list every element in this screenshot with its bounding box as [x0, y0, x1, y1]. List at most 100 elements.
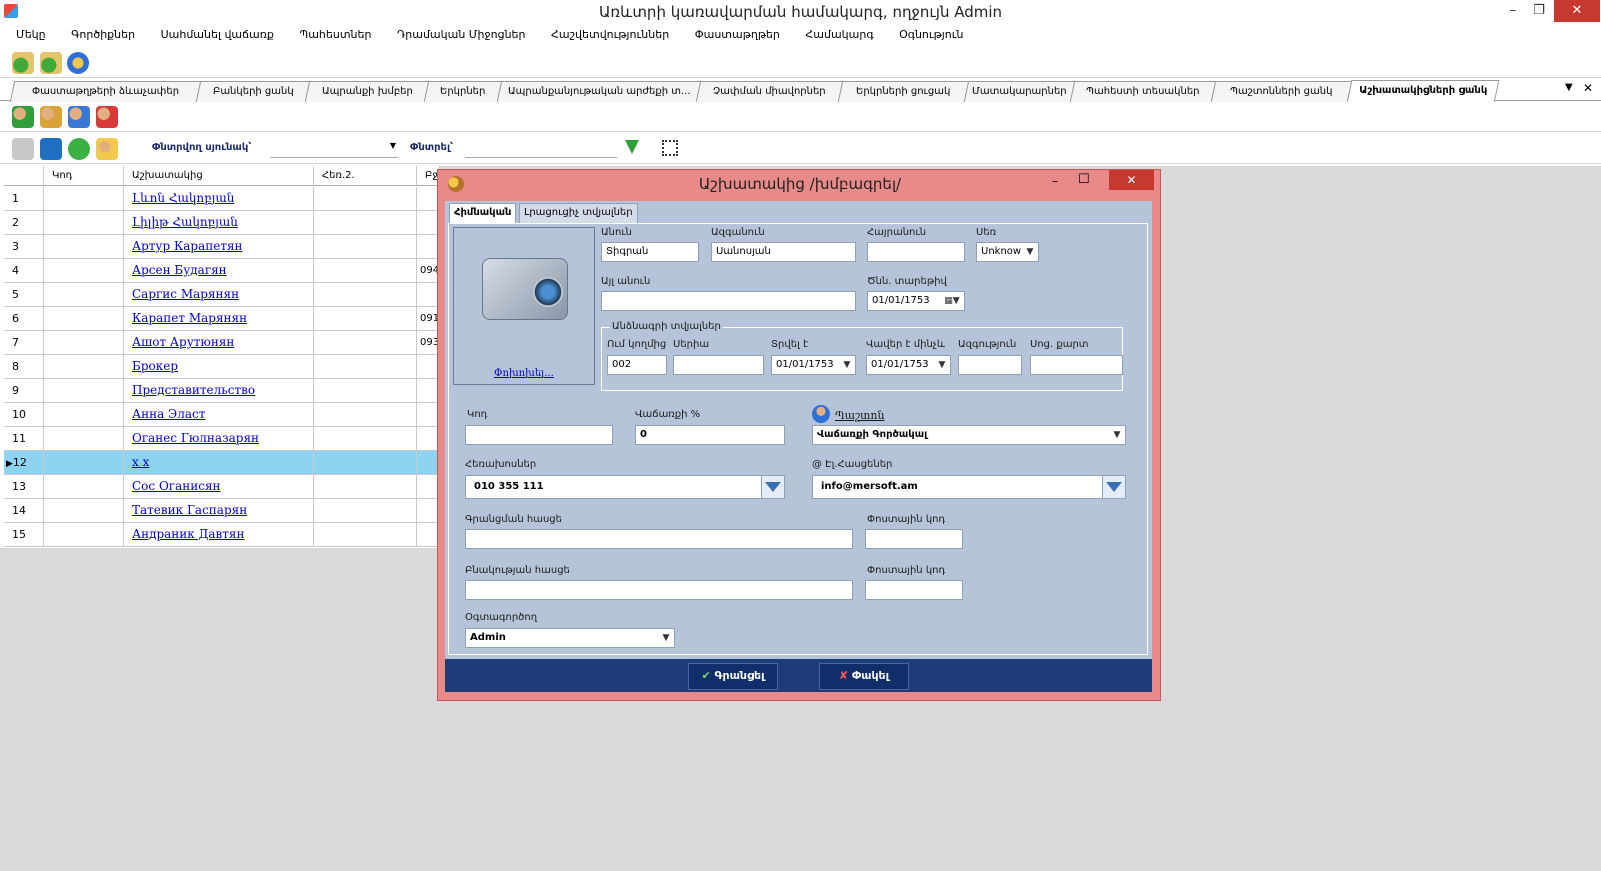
minimize-button[interactable]: – — [1500, 0, 1526, 22]
employee-link[interactable]: Брокер — [132, 359, 178, 373]
employee-cell[interactable]: Карапет Марянян — [124, 307, 314, 330]
dialog-minimize-button[interactable]: – — [1052, 174, 1058, 188]
close-button[interactable]: ✕ — [1554, 0, 1600, 22]
menu-item[interactable]: Փաստաթղթեր — [695, 24, 780, 46]
salary-percent-input[interactable]: 0 — [635, 425, 785, 445]
menu-item[interactable]: Պահեստներ — [299, 24, 371, 46]
table-row[interactable]: 13 Сос Оганисян — [4, 475, 440, 499]
table-row[interactable]: 7 Ашот Арутюнян 093 — [4, 331, 440, 355]
dialog-maximize-button[interactable]: ☐ — [1078, 172, 1090, 187]
employee-cell[interactable]: Андраник Давтян — [124, 523, 314, 546]
menu-item[interactable]: Օգնություն — [899, 24, 963, 46]
table-row[interactable]: 5 Саргис Марянян — [4, 283, 440, 307]
column-header-code[interactable]: Կոդ — [44, 166, 124, 186]
search-column-select[interactable]: ▼ — [270, 139, 398, 158]
user-select[interactable]: Admin ▼ — [465, 628, 675, 648]
employee-cell[interactable]: Саргис Марянян — [124, 283, 314, 306]
reg-address-input[interactable] — [465, 529, 853, 549]
tab-banks[interactable]: Բանկերի ցանկ — [195, 81, 311, 102]
table-row[interactable]: 4 Арсен Будагян 094 — [4, 259, 440, 283]
tab-country-list[interactable]: Երկրների ցուցակ — [837, 81, 970, 102]
first-name-input[interactable]: Տիգրան — [601, 242, 699, 262]
column-header-phone[interactable]: Հեռ.2. — [314, 166, 417, 186]
employee-cell[interactable]: Представительство — [124, 379, 314, 402]
download-icon[interactable] — [40, 52, 62, 74]
tab-main[interactable]: Հիմնական — [449, 203, 517, 224]
tab-employees[interactable]: Աշխատակիցների ցանկ — [1346, 80, 1500, 103]
hierarchy-icon[interactable] — [662, 140, 678, 156]
employee-link[interactable]: Сос Оганисян — [132, 479, 221, 493]
tab-goods-values[interactable]: Ապրանքանյութական արժեքի տ... — [496, 81, 702, 102]
upload-icon[interactable] — [12, 52, 34, 74]
tab-units[interactable]: Չափման միավորներ — [695, 81, 844, 102]
triangle-down-icon[interactable] — [761, 476, 784, 498]
excel-icon[interactable] — [12, 138, 34, 160]
passport-issued-picker[interactable]: 01/01/1753 ▼ — [771, 355, 856, 375]
employee-link[interactable]: x x — [132, 455, 149, 469]
employee-link[interactable]: Артур Карапетян — [132, 239, 243, 253]
birth-date-picker[interactable]: 01/01/1753 ▦▼ — [867, 291, 965, 311]
passport-by-whom-input[interactable]: 002 — [607, 355, 667, 375]
phones-combo[interactable]: 010 355 111 — [465, 475, 785, 499]
employee-link[interactable]: Оганес Гюлназарян — [132, 431, 259, 445]
employee-cell[interactable]: Լևոն Հակոբյան — [124, 187, 314, 210]
add-user-icon[interactable] — [12, 106, 34, 128]
table-row[interactable]: 11 Оганес Гюлназарян — [4, 427, 440, 451]
menu-item[interactable]: Սահմանել վաճառք — [161, 24, 274, 46]
change-photo-link[interactable]: Փոխոխել... — [494, 368, 554, 379]
triangle-down-icon[interactable] — [1102, 476, 1125, 498]
tab-product-groups[interactable]: Ապրանքի խմբեր — [304, 81, 430, 102]
employee-link[interactable]: Арсен Будагян — [132, 263, 227, 277]
table-row[interactable]: 8 Брокер — [4, 355, 440, 379]
refresh-icon[interactable] — [40, 138, 62, 160]
restore-button[interactable]: ❐ — [1526, 0, 1552, 22]
tab-suppliers[interactable]: Մատակարարներ — [963, 81, 1076, 102]
employee-cell[interactable]: Сос Оганисян — [124, 475, 314, 498]
table-row[interactable]: 3 Артур Карапетян — [4, 235, 440, 259]
menu-item[interactable]: Մեկը — [16, 24, 46, 46]
column-header-employee[interactable]: Աշխատակից — [124, 166, 314, 186]
filter-icon[interactable] — [625, 140, 639, 154]
employee-link[interactable]: Андраник Давтян — [132, 527, 245, 541]
employee-link[interactable]: Ашот Арутюнян — [132, 335, 234, 349]
settings-icon[interactable] — [67, 52, 89, 74]
other-name-input[interactable] — [601, 291, 856, 311]
passport-valid-picker[interactable]: 01/01/1753 ▼ — [866, 355, 951, 375]
users-group-icon[interactable] — [96, 138, 118, 160]
table-row[interactable]: 15 Андраник Давтян — [4, 523, 440, 547]
employee-cell[interactable]: Артур Карапетян — [124, 235, 314, 258]
employee-link[interactable]: Карапет Марянян — [132, 311, 247, 325]
delete-user-icon[interactable] — [96, 106, 118, 128]
employee-cell[interactable]: x x — [124, 451, 314, 474]
tab-warehouse-types[interactable]: Պահեստի տեսակներ — [1069, 81, 1217, 102]
menu-item[interactable]: Համակարգ — [805, 24, 873, 46]
employee-link[interactable]: Саргис Марянян — [132, 287, 239, 301]
tab-countries[interactable]: Երկրներ — [423, 81, 503, 102]
table-row-selected[interactable]: ▶12 x x — [4, 451, 440, 475]
table-row[interactable]: 2 Լիլիթ Հակոբյան — [4, 211, 440, 235]
postal-code-2-input[interactable] — [865, 580, 963, 600]
soc-card-input[interactable] — [1030, 355, 1123, 375]
table-row[interactable]: 10 Анна Эласт — [4, 403, 440, 427]
tab-positions[interactable]: Պաշտոնների ցանկ — [1210, 81, 1353, 102]
emails-combo[interactable]: info@mersoft.am — [812, 475, 1126, 499]
employee-cell[interactable]: Брокер — [124, 355, 314, 378]
table-row[interactable]: 14 Татевик Гаспарян — [4, 499, 440, 523]
search-input[interactable] — [465, 139, 617, 158]
employee-cell[interactable]: Татевик Гаспарян — [124, 499, 314, 522]
employee-cell[interactable]: Ашот Арутюнян — [124, 331, 314, 354]
last-name-input[interactable]: Սանոսյան — [711, 242, 856, 262]
close-dialog-button[interactable]: ✘ Փակել — [819, 663, 909, 690]
code-input[interactable] — [465, 425, 613, 445]
menu-item[interactable]: Գործիքներ — [71, 24, 135, 46]
table-row[interactable]: 6 Карапет Марянян 091 — [4, 307, 440, 331]
employee-link[interactable]: Լևոն Հակոբյան — [132, 191, 234, 205]
save-button[interactable]: ✔ Գրանցել — [688, 663, 778, 690]
tab-document-formats[interactable]: Փաստաթղթերի ձևաչափեր — [9, 81, 202, 102]
view-user-icon[interactable] — [68, 106, 90, 128]
gender-select[interactable]: Unknow ▼ — [976, 242, 1039, 262]
employee-link[interactable]: Татевик Гаспарян — [132, 503, 247, 517]
employee-cell[interactable]: Оганес Гюлназарян — [124, 427, 314, 450]
employee-cell[interactable]: Анна Эласт — [124, 403, 314, 426]
patronymic-input[interactable] — [867, 242, 965, 262]
